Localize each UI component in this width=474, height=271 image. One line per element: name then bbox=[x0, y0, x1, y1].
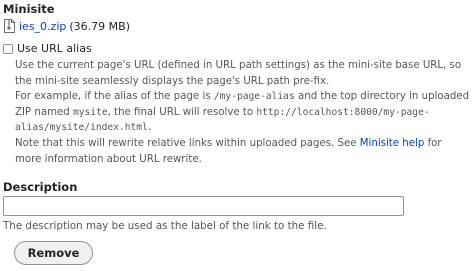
minisite-label: Minisite bbox=[3, 2, 55, 16]
url-alias-description: Use the current page's URL (defined in U… bbox=[15, 58, 470, 167]
description-input[interactable] bbox=[3, 196, 404, 216]
file-link[interactable]: ies_0.zip bbox=[19, 20, 66, 33]
url-alias-note: Note that this will rewrite relative lin… bbox=[15, 136, 470, 167]
use-url-alias-checkbox[interactable] bbox=[3, 43, 13, 54]
description-label: Description bbox=[3, 180, 78, 194]
example-alias-code: /my-page-alias bbox=[213, 91, 295, 103]
example-text: . bbox=[147, 122, 152, 134]
minisite-help-link[interactable]: Minisite help bbox=[360, 138, 425, 149]
file-size: (36.79 MB) bbox=[69, 19, 130, 33]
use-url-alias-row[interactable]: Use URL alias bbox=[3, 42, 92, 55]
use-url-alias-label[interactable]: Use URL alias bbox=[17, 42, 92, 55]
file-row: ies_0.zip (36.79 MB) bbox=[4, 18, 130, 34]
note-text: Note that this will rewrite relative lin… bbox=[15, 137, 360, 149]
example-text: For example, if the alias of the page is bbox=[15, 91, 214, 103]
example-dir-code: mysite bbox=[72, 106, 108, 118]
remove-button[interactable]: Remove bbox=[14, 241, 93, 265]
url-alias-description-line: Use the current page's URL (defined in U… bbox=[15, 60, 462, 87]
description-help-text: The description may be used as the label… bbox=[3, 220, 327, 232]
zip-file-icon bbox=[4, 19, 15, 33]
example-text: , the final URL will resolve to bbox=[107, 106, 257, 118]
url-alias-example: For example, if the alias of the page is… bbox=[15, 89, 470, 136]
